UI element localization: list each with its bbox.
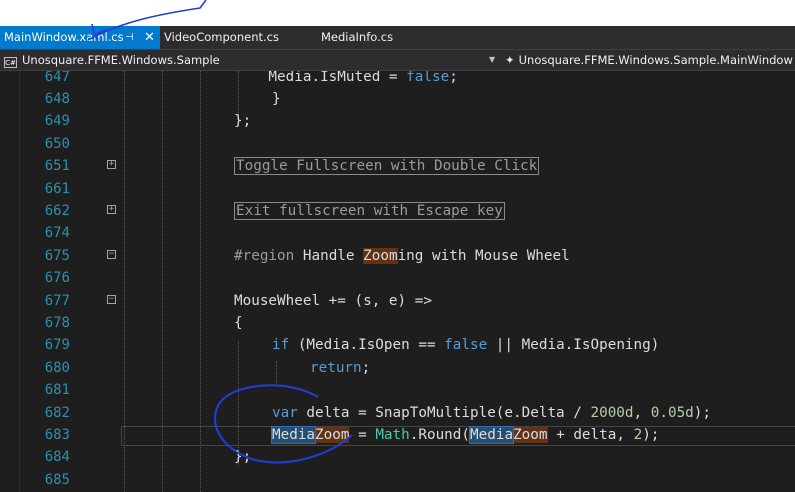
class-dropdown[interactable]: ✦ Unosquare.FFME.Windows.Sample.MainWindo… <box>505 50 795 70</box>
code-line: 661 <box>0 178 795 200</box>
line-number: 674 <box>44 225 70 242</box>
line-number: 679 <box>44 337 70 354</box>
code-text: return; <box>310 359 371 376</box>
code-text: MediaZoom = Math.Round(MediaZoom + delta… <box>270 426 660 444</box>
code-line: 647 Media.IsMuted = false; <box>0 71 795 88</box>
line-number: 680 <box>44 359 70 376</box>
desktop-background <box>0 0 795 26</box>
line-number: 647 <box>44 71 70 85</box>
project-dropdown[interactable]: C# Unosquare.FFME.Windows.Sample ▼ <box>4 50 497 70</box>
line-number: 651 <box>44 158 70 175</box>
code-line: 676 <box>0 267 795 289</box>
code-line: 683 MediaZoom = Math.Round(MediaZoom + d… <box>0 424 795 446</box>
code-line: 648 } <box>0 88 795 110</box>
code-text: if (Media.IsOpen == false || Media.IsOpe… <box>272 337 660 354</box>
code-text: }; <box>234 113 252 130</box>
code-line: 651 + Toggle Fullscreen with Double Clic… <box>0 155 795 177</box>
code-line: 650 <box>0 133 795 155</box>
code-line: 675 − #region Handle Zooming with Mouse … <box>0 245 795 267</box>
tab-videocomponent-cs[interactable]: VideoComponent.cs <box>160 26 310 49</box>
line-number: 684 <box>44 449 70 466</box>
code-line: 680 return; <box>0 357 795 379</box>
code-line: 662 + Exit fullscreen with Escape key <box>0 200 795 222</box>
class-icon: ✦ <box>505 53 515 67</box>
code-text: }; <box>234 449 252 466</box>
line-number: 678 <box>44 315 70 331</box>
code-editor[interactable]: 647 Media.IsMuted = false; 648 } 649 }; … <box>0 71 795 492</box>
code-line: 674 <box>0 222 795 244</box>
code-text: MouseWheel += (s, e) => <box>234 292 432 309</box>
document-tab-bar: MainWindow.xaml.cs ⊣ ✕ VideoComponent.cs… <box>0 26 795 49</box>
code-line: 677 − MouseWheel += (s, e) => <box>0 290 795 312</box>
collapse-icon[interactable]: − <box>107 249 116 259</box>
code-line: 685 <box>0 469 795 491</box>
line-number: 682 <box>44 404 70 421</box>
line-number: 648 <box>44 91 70 107</box>
collapse-icon[interactable]: − <box>107 294 116 304</box>
project-name: Unosquare.FFME.Windows.Sample <box>22 53 220 67</box>
tab-label: VideoComponent.cs <box>164 30 279 44</box>
tab-mainwindow-xaml-cs[interactable]: MainWindow.xaml.cs ⊣ ✕ <box>0 26 160 49</box>
line-number: 662 <box>44 203 70 219</box>
line-number: 685 <box>44 471 70 488</box>
code-text: var delta = SnapToMultiple(e.Delta / 200… <box>272 404 712 421</box>
csharp-project-icon: C# <box>4 57 17 68</box>
collapsed-region[interactable]: Toggle Fullscreen with Double Click <box>234 155 540 177</box>
navigation-bar: C# Unosquare.FFME.Windows.Sample ▼ ✦ Unosq… <box>0 49 795 71</box>
line-number: 675 <box>44 247 70 264</box>
expand-icon[interactable]: + <box>107 160 116 170</box>
code-line: 679 if (Media.IsOpen == false || Media.I… <box>0 334 795 356</box>
class-name: Unosquare.FFME.Windows.Sample.MainWindow <box>518 53 793 67</box>
code-line: 681 <box>0 379 795 401</box>
collapsed-region[interactable]: Exit fullscreen with Escape key <box>234 200 505 222</box>
line-number: 677 <box>44 292 70 309</box>
expand-icon[interactable]: + <box>107 205 116 214</box>
close-icon[interactable]: ✕ <box>144 26 155 49</box>
code-text: } <box>272 91 281 107</box>
code-line: 678 { <box>0 312 795 334</box>
code-line: 649 }; <box>0 110 795 132</box>
pin-icon[interactable]: ⊣ <box>125 26 134 49</box>
code-text: #region Handle Zooming with Mouse Wheel <box>234 247 570 264</box>
tab-label: MediaInfo.cs <box>321 30 394 44</box>
line-number: 681 <box>44 382 70 399</box>
code-text: { <box>234 315 243 331</box>
line-number: 661 <box>44 180 70 197</box>
tab-label: MainWindow.xaml.cs <box>4 30 124 44</box>
tab-mediainfo-cs[interactable]: MediaInfo.cs <box>317 26 427 49</box>
code-line: 684 }; <box>0 446 795 468</box>
code-line: 682 var delta = SnapToMultiple(e.Delta /… <box>0 402 795 424</box>
chevron-down-icon: ▼ <box>489 55 496 64</box>
line-number: 683 <box>44 427 70 443</box>
line-number: 649 <box>44 113 70 130</box>
line-number: 676 <box>44 270 70 287</box>
code-text: Media.IsMuted = false; <box>234 71 458 85</box>
line-number: 650 <box>44 135 70 152</box>
